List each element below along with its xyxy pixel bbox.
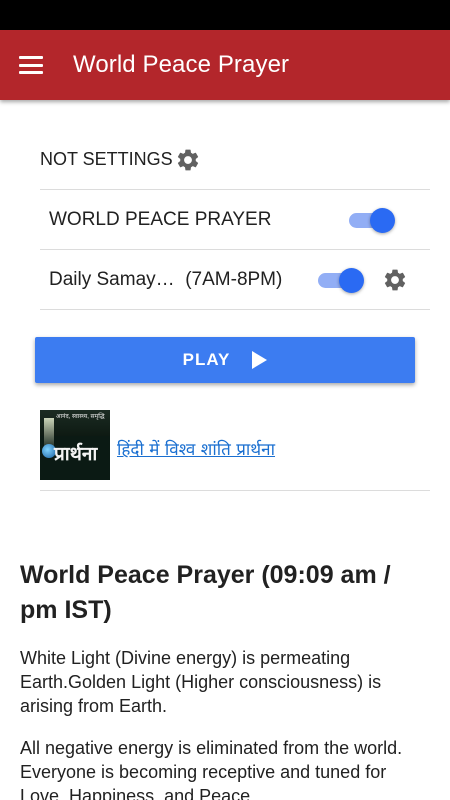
hindi-prayer-thumbnail[interactable]: आनंद, स्वास्थ्य, समृद्धि प्रार्थना [40,410,110,480]
world-peace-prayer-toggle[interactable] [349,205,395,235]
prayer-paragraph-2: All negative energy is eliminated from t… [20,738,403,800]
daily-samay-toggle[interactable] [318,265,364,295]
hindi-prayer-link[interactable]: हिंदी में विश्व शांति प्रार्थना [117,437,275,460]
settings-header: NOT SETTINGS [40,130,430,190]
play-icon [252,351,268,369]
prayer-paragraph-1: White Light (Divine energy) is permeatin… [20,648,382,716]
prayer-heading: World Peace Prayer (09:09 am / pm IST) [20,561,391,624]
hindi-prayer-row: आनंद, स्वास्थ्य, समृद्धि प्रार्थना हिंदी… [40,410,430,491]
settings-card: NOT SETTINGS WORLD PEACE PRAYER Daily Sa… [40,130,430,310]
thumbnail-big-text: प्रार्थना [54,443,98,465]
hamburger-menu-icon[interactable] [19,56,43,74]
app-title: World Peace Prayer [73,51,290,78]
daily-samay-label: Daily Samay… (7AM-8PM) [49,269,282,291]
thumbnail-small-text: आनंद, स्वास्थ्य, समृद्धि [56,414,105,420]
daily-samay-row: Daily Samay… (7AM-8PM) [40,250,430,310]
app-bar: World Peace Prayer [0,30,450,100]
world-peace-prayer-label: WORLD PEACE PRAYER [49,208,272,230]
status-bar [0,0,450,30]
gear-icon[interactable] [382,267,408,293]
daily-samay-time: (7AM-8PM) [185,268,283,290]
world-peace-prayer-row: WORLD PEACE PRAYER [40,190,430,250]
play-button[interactable]: PLAY [35,337,415,383]
daily-samay-name: Daily Samay… [49,268,175,290]
settings-header-label: NOT SETTINGS [40,149,173,169]
gear-icon[interactable] [175,147,201,173]
play-button-label: PLAY [182,350,231,369]
